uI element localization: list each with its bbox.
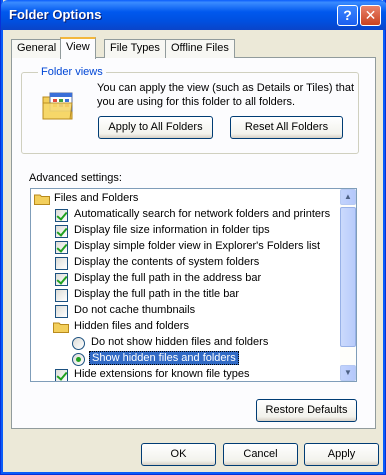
checkbox[interactable] bbox=[55, 305, 68, 318]
folder-icon bbox=[34, 194, 50, 205]
list-item-label: Files and Folders bbox=[54, 192, 139, 204]
checkbox[interactable] bbox=[55, 273, 68, 286]
tab-offline-files[interactable]: Offline Files bbox=[165, 39, 235, 58]
folder-options-dialog: Folder Options ? ✕ General View File Typ… bbox=[0, 0, 386, 475]
checkbox[interactable] bbox=[55, 209, 68, 222]
radio-button[interactable] bbox=[72, 337, 85, 350]
folder-views-legend: Folder views bbox=[38, 66, 106, 78]
list-item-label: Display the full path in the title bar bbox=[74, 288, 240, 300]
list-item-label: Do not cache thumbnails bbox=[74, 304, 196, 316]
scroll-up-icon[interactable]: ▲ bbox=[340, 189, 356, 205]
list-item-label: Hide extensions for known file types bbox=[74, 368, 250, 380]
checkbox[interactable] bbox=[55, 289, 68, 302]
radio-button[interactable] bbox=[72, 353, 85, 366]
list-item-label: Hidden files and folders bbox=[74, 320, 189, 332]
checkbox[interactable] bbox=[55, 369, 68, 381]
checkbox[interactable] bbox=[55, 257, 68, 270]
folder-view-icon bbox=[42, 92, 73, 120]
title-bar[interactable]: Folder Options ? ✕ bbox=[1, 0, 386, 30]
folder-icon bbox=[53, 322, 69, 333]
help-button[interactable]: ? bbox=[337, 5, 358, 26]
checkbox[interactable] bbox=[55, 225, 68, 238]
restore-defaults-button[interactable]: Restore Defaults bbox=[256, 399, 357, 422]
list-item-label: Do not show hidden files and folders bbox=[91, 336, 269, 348]
folder-views-description: You can apply the view (such as Details … bbox=[97, 82, 355, 108]
tab-file-types[interactable]: File Types bbox=[104, 39, 166, 58]
advanced-settings-label: Advanced settings: bbox=[29, 172, 122, 184]
tab-view[interactable]: View bbox=[60, 37, 96, 59]
list-item-label: Display the full path in the address bar bbox=[74, 272, 262, 284]
advanced-settings-list[interactable]: Files and Folders Automatically search f… bbox=[30, 188, 357, 382]
close-button[interactable]: ✕ bbox=[360, 5, 381, 26]
checkbox[interactable] bbox=[55, 241, 68, 254]
tab-general[interactable]: General bbox=[11, 39, 63, 58]
list-item-label: Automatically search for network folders… bbox=[74, 208, 331, 220]
list-item-label: Show hidden files and folders bbox=[89, 351, 239, 365]
scroll-down-icon[interactable]: ▼ bbox=[340, 365, 356, 381]
apply-button[interactable]: Apply bbox=[304, 443, 379, 466]
list-item-label: Display file size information in folder … bbox=[74, 224, 270, 236]
ok-button[interactable]: OK bbox=[141, 443, 216, 466]
apply-to-all-folders-button[interactable]: Apply to All Folders bbox=[98, 116, 213, 139]
window-title: Folder Options bbox=[9, 7, 102, 22]
reset-all-folders-button[interactable]: Reset All Folders bbox=[230, 116, 343, 139]
list-scrollbar[interactable]: ▲ ▼ bbox=[340, 189, 356, 381]
cancel-button[interactable]: Cancel bbox=[223, 443, 298, 466]
list-item-label: Display simple folder view in Explorer's… bbox=[74, 240, 321, 252]
list-item-label: Display the contents of system folders bbox=[74, 256, 260, 268]
scroll-thumb[interactable] bbox=[340, 207, 356, 347]
